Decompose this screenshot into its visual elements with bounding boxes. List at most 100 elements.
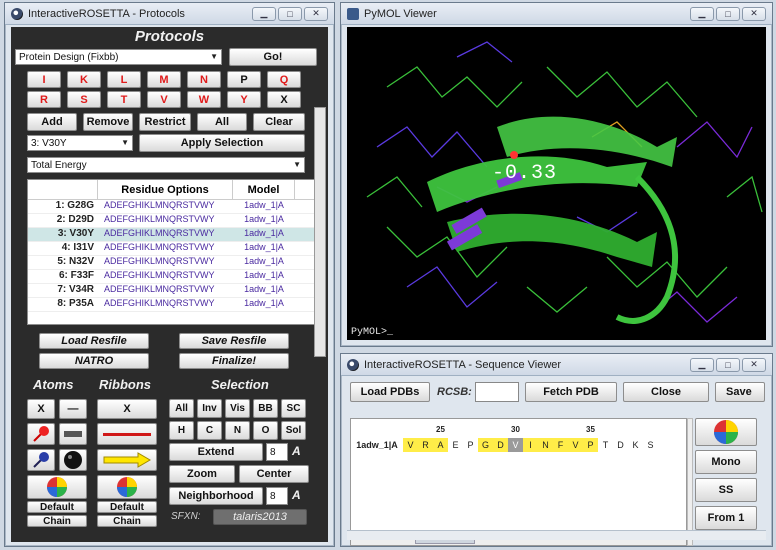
sequence-vertical-scrollbar[interactable] xyxy=(687,418,693,546)
restrict-button[interactable]: Restrict xyxy=(139,113,191,131)
residue-cell[interactable]: F xyxy=(553,438,568,452)
go-button[interactable]: Go! xyxy=(229,48,317,66)
maximize-icon[interactable]: □ xyxy=(716,357,740,372)
aa-button-x[interactable]: X xyxy=(267,91,301,108)
aa-button-n[interactable]: N xyxy=(187,71,221,88)
zoom-button[interactable]: Zoom xyxy=(169,465,235,483)
protocol-select[interactable]: Protein Design (Fixbb) ▼ xyxy=(15,49,222,65)
protocols-titlebar[interactable]: InteractiveROSETTA - Protocols ▁ □ ✕ xyxy=(5,3,334,25)
energy-select[interactable]: Total Energy ▼ xyxy=(27,157,305,173)
residue-cell[interactable]: N xyxy=(538,438,553,452)
residue-cell[interactable]: G xyxy=(478,438,493,452)
selection-button-inv[interactable]: Inv xyxy=(197,399,222,418)
aa-button-p[interactable]: P xyxy=(227,71,261,88)
ss-button[interactable]: SS xyxy=(695,478,757,502)
apply-selection-button[interactable]: Apply Selection xyxy=(139,134,305,152)
minimize-icon[interactable]: ▁ xyxy=(690,6,714,21)
residue-cell[interactable]: I xyxy=(523,438,538,452)
close-button[interactable]: Close xyxy=(623,382,709,402)
residue-cell[interactable]: A xyxy=(433,438,448,452)
center-button[interactable]: Center xyxy=(239,465,309,483)
table-row[interactable]: 3: V30Y ADEFGHIKLMNQRSTVWY 1adw_1|A xyxy=(28,228,314,242)
all-button[interactable]: All xyxy=(197,113,247,131)
neighborhood-button[interactable]: Neighborhood xyxy=(169,487,263,505)
seqviewer-titlebar[interactable]: InteractiveROSETTA - Sequence Viewer ▁ □… xyxy=(341,354,772,376)
residue-cell[interactable]: R xyxy=(418,438,433,452)
residue-cell[interactable]: E xyxy=(448,438,463,452)
clear-button[interactable]: Clear xyxy=(253,113,305,131)
aa-button-t[interactable]: T xyxy=(107,91,141,108)
load-resfile-button[interactable]: Load Resfile xyxy=(39,333,149,349)
aa-button-k[interactable]: K xyxy=(67,71,101,88)
residue-cell[interactable]: V xyxy=(508,438,523,452)
selection-button-o[interactable]: O xyxy=(253,421,278,440)
residue-cell[interactable]: S xyxy=(643,438,658,452)
ribbons-line-button[interactable] xyxy=(97,423,157,445)
minimize-icon[interactable]: ▁ xyxy=(252,6,276,21)
extend-button[interactable]: Extend xyxy=(169,443,263,461)
residue-cell[interactable]: P xyxy=(583,438,598,452)
selection-button-sol[interactable]: Sol xyxy=(281,421,306,440)
atoms-ball-stick-button[interactable] xyxy=(27,449,55,471)
residue-cell[interactable]: D xyxy=(493,438,508,452)
table-row[interactable]: 8: P35A ADEFGHIKLMNQRSTVWY 1adw_1|A xyxy=(28,298,314,312)
atoms-lines-button[interactable]: — xyxy=(59,399,87,419)
aa-button-r[interactable]: R xyxy=(27,91,61,108)
aa-button-i[interactable]: I xyxy=(27,71,61,88)
ribbons-chain-button[interactable]: Chain xyxy=(97,515,157,527)
selection-button-n[interactable]: N xyxy=(225,421,250,440)
selection-button-all[interactable]: All xyxy=(169,399,194,418)
residue-cell[interactable]: D xyxy=(613,438,628,452)
minimize-icon[interactable]: ▁ xyxy=(690,357,714,372)
residue-cell[interactable]: V xyxy=(568,438,583,452)
residue-cell[interactable]: K xyxy=(628,438,643,452)
aa-button-q[interactable]: Q xyxy=(267,71,301,88)
close-icon[interactable]: ✕ xyxy=(742,357,766,372)
residue-cell[interactable]: T xyxy=(598,438,613,452)
maximize-icon[interactable]: □ xyxy=(716,6,740,21)
aa-button-l[interactable]: L xyxy=(107,71,141,88)
table-row[interactable]: 2: D29D ADEFGHIKLMNQRSTVWY 1adw_1|A xyxy=(28,214,314,228)
from-1-button[interactable]: From 1 xyxy=(695,506,757,530)
maximize-icon[interactable]: □ xyxy=(278,6,302,21)
add-button[interactable]: Add xyxy=(27,113,77,131)
ribbons-cartoon-button[interactable] xyxy=(97,449,157,471)
aa-button-y[interactable]: Y xyxy=(227,91,261,108)
sequence-row[interactable]: 1adw_1|A VRAEPGDVINFVPTDKS xyxy=(351,437,686,453)
atoms-chain-button[interactable]: Chain xyxy=(27,515,87,527)
aa-button-v[interactable]: V xyxy=(147,91,181,108)
save-resfile-button[interactable]: Save Resfile xyxy=(179,333,289,349)
color-scheme-button[interactable] xyxy=(695,418,757,446)
fetch-pdb-button[interactable]: Fetch PDB xyxy=(525,382,617,402)
atoms-bold-lines-button[interactable] xyxy=(59,423,87,445)
ribbons-default-button[interactable]: Default xyxy=(97,501,157,513)
atoms-spheres-button[interactable] xyxy=(59,449,87,471)
residue-cell[interactable]: P xyxy=(463,438,478,452)
mono-button[interactable]: Mono xyxy=(695,450,757,474)
save-button[interactable]: Save xyxy=(715,382,765,402)
aa-button-s[interactable]: S xyxy=(67,91,101,108)
load-pdbs-button[interactable]: Load PDBs xyxy=(350,382,430,402)
remove-button[interactable]: Remove xyxy=(83,113,133,131)
selection-button-c[interactable]: C xyxy=(197,421,222,440)
neighborhood-value-input[interactable]: 8 xyxy=(266,487,288,505)
ribbons-hide-button[interactable]: X xyxy=(97,399,157,419)
atoms-hide-button[interactable]: X xyxy=(27,399,55,419)
close-icon[interactable]: ✕ xyxy=(304,6,328,21)
window-horizontal-scrollbar[interactable] xyxy=(347,530,766,540)
vertical-scrollbar[interactable] xyxy=(314,107,326,357)
close-icon[interactable]: ✕ xyxy=(742,6,766,21)
pymol-titlebar[interactable]: PyMOL Viewer ▁ □ ✕ xyxy=(341,3,772,25)
ribbons-color-button[interactable] xyxy=(97,475,157,499)
table-row[interactable]: 7: V34R ADEFGHIKLMNQRSTVWY 1adw_1|A xyxy=(28,284,314,298)
table-row[interactable]: 6: F33F ADEFGHIKLMNQRSTVWY 1adw_1|A xyxy=(28,270,314,284)
atoms-default-button[interactable]: Default xyxy=(27,501,87,513)
table-row[interactable]: 4: I31V ADEFGHIKLMNQRSTVWY 1adw_1|A xyxy=(28,242,314,256)
finalize-button[interactable]: Finalize! xyxy=(179,353,289,369)
aa-button-w[interactable]: W xyxy=(187,91,221,108)
atoms-sticks-button[interactable] xyxy=(27,423,55,445)
selection-button-h[interactable]: H xyxy=(169,421,194,440)
selection-button-bb[interactable]: BB xyxy=(253,399,278,418)
table-row[interactable]: 1: G28G ADEFGHIKLMNQRSTVWY 1adw_1|A xyxy=(28,200,314,214)
position-select[interactable]: 3: V30Y ▼ xyxy=(27,135,133,151)
